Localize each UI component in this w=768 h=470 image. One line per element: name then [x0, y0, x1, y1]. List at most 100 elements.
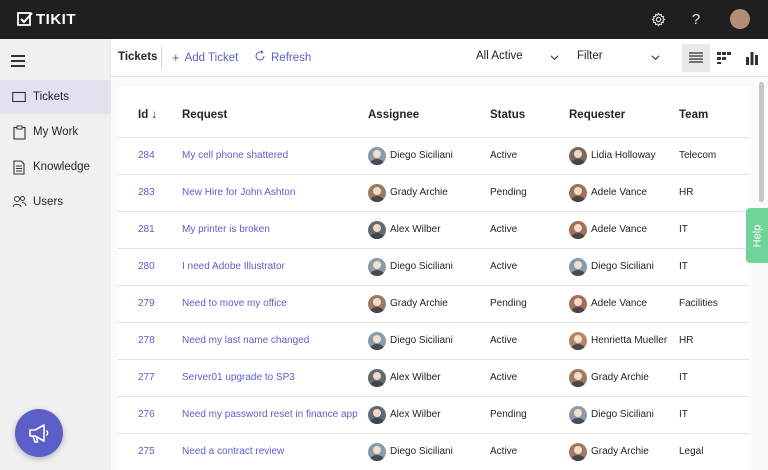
- analytics-view-button[interactable]: [738, 44, 766, 72]
- feedback-megaphone-button[interactable]: [15, 409, 63, 457]
- sidebar-item-label: My Work: [33, 126, 79, 138]
- cell-team: Facilities: [679, 285, 749, 323]
- cell-request[interactable]: My printer is broken: [182, 211, 368, 249]
- cell-id[interactable]: 275: [117, 433, 182, 470]
- help-label: Help: [751, 224, 763, 247]
- header-request[interactable]: Request: [182, 87, 368, 138]
- cell-id[interactable]: 276: [117, 396, 182, 434]
- sidebar-item-label: Tickets: [33, 91, 69, 103]
- refresh-button[interactable]: Refresh: [254, 50, 311, 65]
- divider: [161, 47, 162, 69]
- logo-check-icon: [17, 12, 33, 26]
- avatar: [569, 220, 587, 239]
- avatar: [569, 146, 587, 165]
- user-avatar[interactable]: [730, 9, 750, 29]
- help-question-icon[interactable]: ?: [686, 9, 706, 29]
- cell-request[interactable]: Need a contract review: [182, 433, 368, 470]
- table-row[interactable]: 279 Need to move my office Grady Archie Pen…: [117, 285, 749, 323]
- hamburger-menu-icon[interactable]: [11, 55, 25, 70]
- avatar: [569, 442, 587, 461]
- cell-id[interactable]: 281: [117, 211, 182, 249]
- header-id[interactable]: Id ↓: [117, 87, 182, 138]
- sidebar-item-knowledge[interactable]: Knowledge: [0, 150, 111, 184]
- view-selector-dropdown[interactable]: All Active: [476, 50, 559, 62]
- avatar: [569, 331, 587, 350]
- avatar: [368, 220, 386, 239]
- app-logo[interactable]: TIKIT: [17, 10, 76, 28]
- table-row[interactable]: 276 Need my password reset in finance app…: [117, 396, 749, 434]
- sidebar-item-users[interactable]: Users: [0, 185, 111, 219]
- settings-gear-icon[interactable]: [648, 9, 668, 29]
- header-assignee[interactable]: Assignee: [368, 87, 490, 138]
- cell-assignee: Alex Wilber: [368, 211, 490, 249]
- cell-requester: Henrietta Mueller: [569, 322, 679, 360]
- requester-name: Henrietta Mueller: [591, 335, 668, 346]
- clipboard-icon: [11, 124, 27, 140]
- avatar: [569, 405, 587, 424]
- page-title: Tickets: [118, 51, 158, 63]
- cell-requester: Diego Siciliani: [569, 248, 679, 286]
- cell-request[interactable]: My cell phone shattered: [182, 137, 368, 175]
- cell-id[interactable]: 279: [117, 285, 182, 323]
- requester-person: Grady Archie: [569, 442, 679, 461]
- filter-dropdown[interactable]: Filter: [577, 50, 660, 62]
- cell-request[interactable]: Need my password reset in finance app: [182, 396, 368, 434]
- add-ticket-button[interactable]: + Add Ticket: [172, 50, 238, 65]
- sidebar-item-tickets[interactable]: Tickets: [0, 80, 111, 114]
- requester-person: Henrietta Mueller: [569, 331, 679, 350]
- assignee-name: Grady Archie: [390, 187, 448, 198]
- header-team[interactable]: Team: [679, 87, 749, 138]
- cell-status: Pending: [490, 396, 569, 434]
- cell-requester: Grady Archie: [569, 433, 679, 470]
- requester-name: Diego Siciliani: [591, 261, 654, 272]
- assignee-name: Alex Wilber: [390, 224, 441, 235]
- requester-person: Adele Vance: [569, 183, 679, 202]
- cell-id[interactable]: 284: [117, 137, 182, 175]
- table-row[interactable]: 277 Server01 upgrade to SP3 Alex Wilber Act…: [117, 359, 749, 397]
- cell-id[interactable]: 280: [117, 248, 182, 286]
- cell-id[interactable]: 283: [117, 174, 182, 212]
- header-requester[interactable]: Requester: [569, 87, 679, 138]
- list-view-icon: [689, 52, 703, 63]
- cell-status: Active: [490, 359, 569, 397]
- cell-requester: Adele Vance: [569, 211, 679, 249]
- table-row[interactable]: 281 My printer is broken Alex Wilber Active…: [117, 211, 749, 249]
- requester-name: Adele Vance: [591, 298, 647, 309]
- table-row[interactable]: 280 I need Adobe Illustrator Diego Sicilia…: [117, 248, 749, 286]
- cell-request[interactable]: I need Adobe Illustrator: [182, 248, 368, 286]
- header-status[interactable]: Status: [490, 87, 569, 138]
- sidebar-item-my-work[interactable]: My Work: [0, 115, 111, 149]
- cell-team: Telecom: [679, 137, 749, 175]
- avatar: [368, 257, 386, 276]
- list-view-button[interactable]: [682, 44, 710, 72]
- scrollbar[interactable]: [759, 82, 764, 202]
- cell-assignee: Diego Siciliani: [368, 137, 490, 175]
- cell-assignee: Diego Siciliani: [368, 322, 490, 360]
- cell-status: Pending: [490, 285, 569, 323]
- assignee-name: Diego Siciliani: [390, 335, 453, 346]
- table-row[interactable]: 283 New Hire for John Ashton Grady Archie P…: [117, 174, 749, 212]
- cell-request[interactable]: Need my last name changed: [182, 322, 368, 360]
- add-ticket-label: Add Ticket: [184, 51, 239, 64]
- cell-id[interactable]: 277: [117, 359, 182, 397]
- cell-id[interactable]: 278: [117, 322, 182, 360]
- cell-status: Pending: [490, 174, 569, 212]
- cell-request[interactable]: New Hire for John Ashton: [182, 174, 368, 212]
- assignee-name: Alex Wilber: [390, 409, 441, 420]
- cell-request[interactable]: Need to move my office: [182, 285, 368, 323]
- cell-assignee: Diego Siciliani: [368, 433, 490, 470]
- table-row[interactable]: 278 Need my last name changed Diego Sicili…: [117, 322, 749, 360]
- cell-requester: Adele Vance: [569, 285, 679, 323]
- cell-requester: Grady Archie: [569, 359, 679, 397]
- avatar: [569, 294, 587, 313]
- requester-person: Diego Siciliani: [569, 405, 679, 424]
- cell-requester: Adele Vance: [569, 174, 679, 212]
- table-row[interactable]: 275 Need a contract review Diego Siciliani…: [117, 433, 749, 470]
- bar-chart-icon: [746, 52, 758, 65]
- table-row[interactable]: 284 My cell phone shattered Diego Sicilian…: [117, 137, 749, 175]
- cell-request[interactable]: Server01 upgrade to SP3: [182, 359, 368, 397]
- help-tab[interactable]: Help: [746, 208, 768, 263]
- assignee-name: Diego Siciliani: [390, 150, 453, 161]
- tickets-table: Id ↓ Request Assignee Status Requester T…: [117, 87, 749, 470]
- board-view-button[interactable]: [710, 44, 738, 72]
